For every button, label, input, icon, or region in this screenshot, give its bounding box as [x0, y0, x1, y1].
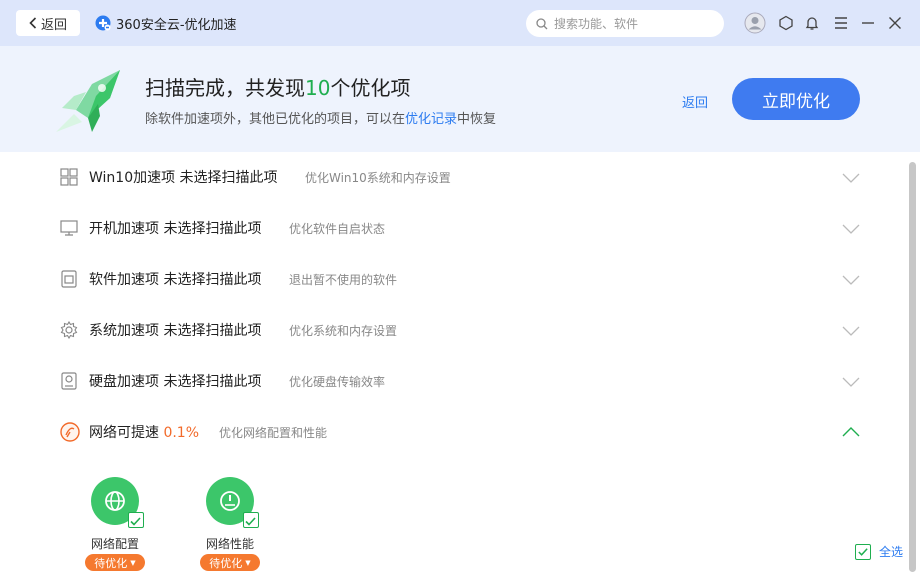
issue-count: 10	[305, 76, 331, 100]
chevron-up-icon[interactable]	[842, 427, 860, 437]
status-text: 待优化	[209, 556, 243, 570]
category-desc: 优化软件自启状态	[289, 222, 386, 236]
gear-icon	[60, 321, 78, 339]
category-desc: 优化系统和内存设置	[289, 324, 398, 338]
category-row-software[interactable]: 软件加速项 未选择扫描此项 退出暂不使用的软件	[0, 254, 905, 305]
app-logo-icon	[95, 15, 111, 31]
globe-glyph	[105, 491, 125, 511]
header-back-link[interactable]: 返回	[682, 92, 708, 111]
disk-icon	[61, 372, 77, 390]
scrollbar[interactable]	[909, 162, 916, 572]
windows-icon	[60, 168, 78, 186]
category-name: 软件加速项 未选择扫描此项	[89, 272, 262, 288]
monitor-icon	[60, 220, 78, 236]
network-percent: 0.1%	[163, 425, 200, 441]
check-icon	[130, 517, 141, 526]
chevron-down-icon[interactable]	[842, 275, 860, 285]
skin-button[interactable]	[776, 13, 796, 33]
network-icon	[60, 422, 80, 442]
menu-icon	[835, 17, 847, 29]
chevron-down-icon[interactable]	[842, 377, 860, 387]
minimize-button[interactable]	[858, 13, 878, 33]
category-row-network[interactable]: 网络可提速 0.1% 优化网络配置和性能	[0, 407, 905, 458]
category-name: Win10加速项 未选择扫描此项	[89, 170, 278, 186]
category-row-disk[interactable]: 硬盘加速项 未选择扫描此项 优化硬盘传输效率	[0, 356, 905, 407]
software-icon	[61, 270, 77, 288]
user-avatar-icon	[744, 12, 766, 34]
category-desc: 优化硬盘传输效率	[289, 375, 386, 389]
network-item-label: 网络性能	[206, 537, 255, 551]
category-name: 系统加速项 未选择扫描此项	[89, 323, 262, 339]
menu-button[interactable]	[831, 13, 851, 33]
network-name: 网络可提速	[89, 425, 159, 441]
avatar[interactable]	[744, 12, 766, 34]
subtitle-prefix: 除软件加速项外，其他已优化的项目，可以在	[145, 112, 406, 127]
status-badge[interactable]: 待优化 ▼	[200, 554, 260, 571]
subtitle-suffix: 中恢复	[457, 112, 497, 127]
category-desc: 优化Win10系统和内存设置	[305, 171, 451, 185]
search-placeholder: 搜索功能、软件	[554, 17, 639, 31]
category-name: 开机加速项 未选择扫描此项	[89, 221, 262, 237]
title-bar: 返回 360安全云-优化加速 搜索功能、软件	[0, 0, 920, 46]
chevron-down-icon[interactable]	[842, 173, 860, 183]
search-icon	[536, 17, 548, 29]
category-row-win10[interactable]: Win10加速项 未选择扫描此项 优化Win10系统和内存设置	[0, 152, 905, 203]
caret-down-icon: ▼	[245, 558, 251, 567]
category-desc: 退出暂不使用的软件	[289, 273, 398, 287]
status-text: 待优化	[94, 556, 128, 570]
notification-button[interactable]	[802, 13, 822, 33]
category-name: 网络可提速 0.1%	[89, 422, 199, 442]
caret-down-icon: ▼	[130, 558, 136, 567]
bell-icon	[805, 17, 819, 30]
select-all-checkbox[interactable]: 全选	[855, 543, 903, 560]
scan-result-header: 扫描完成，共发现10个优化项 除软件加速项外，其他已优化的项目，可以在优化记录中…	[0, 46, 920, 152]
check-icon	[245, 517, 256, 526]
speedometer-glyph	[220, 491, 240, 511]
optimize-history-link[interactable]: 优化记录	[405, 112, 457, 127]
title-suffix: 个优化项	[330, 76, 411, 100]
app-title: 360安全云-优化加速	[116, 18, 237, 33]
title-prefix: 扫描完成，共发现	[145, 76, 305, 100]
cube-icon	[779, 15, 793, 31]
check-icon	[858, 547, 868, 556]
minimize-icon	[862, 22, 874, 24]
checkbox-checked	[855, 543, 871, 560]
checkbox-checked[interactable]	[128, 512, 144, 528]
search-input[interactable]: 搜索功能、软件	[526, 10, 724, 37]
network-item-label: 网络配置	[91, 537, 140, 551]
back-label: 返回	[40, 17, 67, 33]
scan-title: 扫描完成，共发现10个优化项	[145, 72, 410, 101]
category-row-system[interactable]: 系统加速项 未选择扫描此项 优化系统和内存设置	[0, 305, 905, 356]
chevron-left-icon	[29, 17, 37, 29]
chevron-down-icon[interactable]	[842, 326, 860, 336]
category-desc: 优化网络配置和性能	[219, 426, 328, 440]
rocket-icon	[56, 70, 120, 132]
checkbox-checked[interactable]	[243, 512, 259, 528]
scan-subtitle: 除软件加速项外，其他已优化的项目，可以在优化记录中恢复	[145, 108, 496, 127]
status-badge[interactable]: 待优化 ▼	[85, 554, 145, 571]
close-button[interactable]	[885, 13, 905, 33]
close-icon	[889, 17, 901, 29]
category-name: 硬盘加速项 未选择扫描此项	[89, 374, 262, 390]
select-all-label: 全选	[879, 545, 904, 559]
chevron-down-icon[interactable]	[842, 224, 860, 234]
back-button[interactable]: 返回	[16, 10, 80, 36]
optimize-now-button[interactable]: 立即优化	[732, 78, 860, 120]
category-row-startup[interactable]: 开机加速项 未选择扫描此项 优化软件自启状态	[0, 203, 905, 254]
